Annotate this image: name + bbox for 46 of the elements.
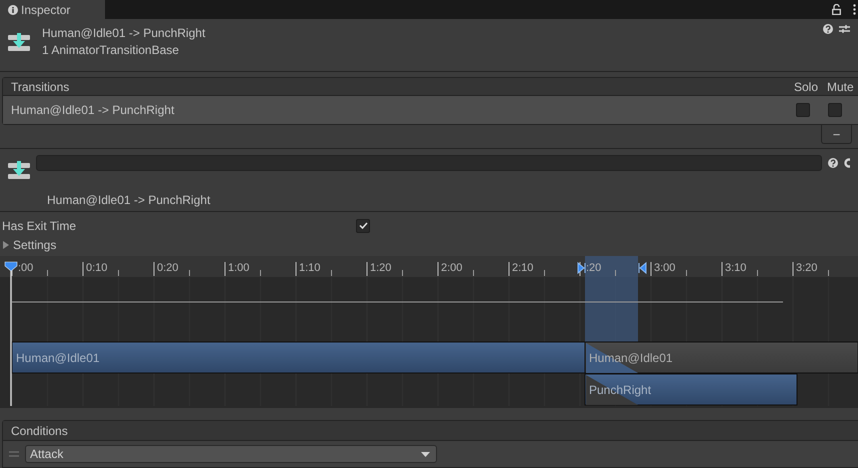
transition-icon	[8, 161, 30, 179]
time-label: 3:10	[725, 262, 746, 274]
transition-icon	[8, 33, 30, 51]
transition-name: Human@Idle01 -> PunchRight	[11, 102, 176, 119]
time-label: :20	[586, 262, 602, 274]
time-label: :00	[18, 262, 34, 274]
name-field[interactable]	[36, 155, 822, 171]
column-header: Mute	[827, 78, 855, 96]
transition-label: Human@Idle01 -> PunchRight	[47, 192, 210, 209]
header-title: Human@Idle01 -> PunchRight	[42, 25, 206, 42]
lock-icon[interactable]	[832, 4, 841, 15]
help-icon[interactable]	[823, 24, 833, 34]
time-label: 2:00	[441, 262, 462, 274]
solo-checkbox[interactable]	[796, 103, 810, 117]
time-label: 3:00	[654, 262, 676, 274]
caret-icon	[2, 240, 10, 248]
check-icon	[358, 222, 368, 229]
transition-start-marker	[578, 262, 586, 274]
clip-label: Human@Idle01	[16, 351, 100, 365]
inspector-tab[interactable]: Inspector	[0, 0, 105, 19]
playhead-marker	[4, 262, 18, 272]
tab-title: Inspector	[21, 2, 70, 18]
has-exit-time-checkbox[interactable]	[356, 218, 370, 232]
column-header: Solo	[794, 78, 820, 96]
remove-button[interactable]: −	[821, 125, 852, 144]
settings-foldout[interactable]: Settings	[0, 235, 56, 254]
caret-icon	[421, 452, 430, 456]
panel-title: Transitions	[11, 78, 70, 96]
time-label: 1:20	[370, 262, 392, 274]
time-label: 1:10	[299, 262, 320, 274]
time-label: 0:10	[86, 262, 108, 274]
info-icon	[8, 4, 18, 14]
mute-checkbox[interactable]	[828, 103, 842, 117]
time-label: 3:20	[796, 262, 818, 274]
more-icon[interactable]	[853, 4, 856, 15]
time-label: 1:00	[228, 262, 250, 274]
drag-handle-icon[interactable]	[9, 451, 19, 457]
parameter-dropdown[interactable]: Attack	[25, 445, 437, 463]
sliders-icon[interactable]	[839, 24, 850, 34]
panel-title: Conditions	[11, 422, 68, 440]
help-icon[interactable]	[828, 158, 838, 168]
header-subtitle: 1 AnimatorTransitionBase	[42, 42, 180, 59]
field-label: Has Exit Time	[2, 218, 78, 234]
time-label: 2:10	[512, 262, 534, 274]
transition-end-marker	[638, 262, 646, 274]
time-label: 0:20	[157, 262, 178, 274]
